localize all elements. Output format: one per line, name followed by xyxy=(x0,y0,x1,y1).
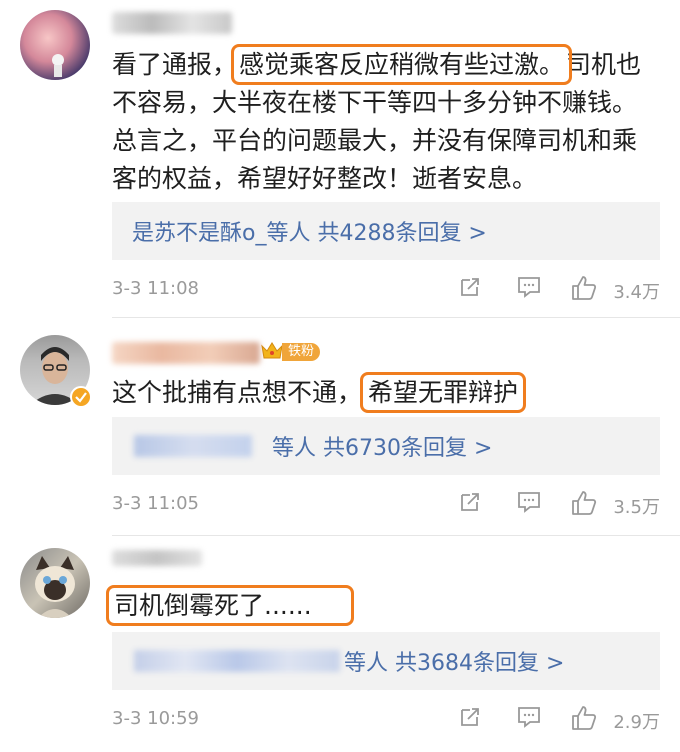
comment-text-part: 这个批捕有点想不通， xyxy=(112,378,363,407)
comment-2: 铁粉 这个批捕有点想不通， 希望无罪辩护 等人 共6730条回复 > 3-3 11… xyxy=(0,318,680,536)
reply-summary[interactable]: 等人 共6730条回复 > xyxy=(112,417,660,475)
comment-text: 司机倒霉死了...... xyxy=(106,585,660,626)
comment-icon[interactable] xyxy=(516,704,542,730)
timestamp: 3-3 10:59 xyxy=(112,708,199,729)
fan-badge: 铁粉 xyxy=(282,343,321,361)
comment-icon[interactable] xyxy=(516,274,542,300)
comment-icon[interactable] xyxy=(516,489,542,515)
action-bar: 3-3 11:05 3.5万 xyxy=(112,487,660,523)
astronaut-icon xyxy=(52,54,64,77)
comment-text: 这个批捕有点想不通， 希望无罪辩护 xyxy=(112,372,660,413)
action-bar: 3-3 11:08 3.4万 xyxy=(112,272,660,308)
username[interactable] xyxy=(112,342,260,364)
comment-text: 看了通报，感觉乘客反应稍微有些过激。司机也不容易，大半夜在楼下干等四十多分钟不赚… xyxy=(112,44,660,198)
username[interactable] xyxy=(112,12,232,34)
highlighted-text: 感觉乘客反应稍微有些过激。 xyxy=(231,44,573,85)
cat-photo-icon xyxy=(35,556,75,618)
like-count: 3.4万 xyxy=(613,282,660,303)
verified-badge-icon xyxy=(70,386,92,408)
thumbs-up-icon[interactable] xyxy=(570,489,598,517)
thumbs-up-icon[interactable] xyxy=(570,704,598,732)
share-icon[interactable] xyxy=(457,489,483,515)
avatar[interactable] xyxy=(20,10,90,80)
action-bar: 3-3 10:59 2.9万 xyxy=(112,702,660,738)
comment-text-part: 看了通报， xyxy=(112,50,238,79)
comment-3: 司机倒霉死了...... 等人 共3684条回复 > 3-3 10:59 2.9… xyxy=(0,536,680,752)
crown-icon xyxy=(261,342,283,359)
thumbs-up-icon[interactable] xyxy=(570,274,598,302)
reply-usernames[interactable] xyxy=(134,650,340,672)
share-icon[interactable] xyxy=(457,274,483,300)
timestamp: 3-3 11:05 xyxy=(112,493,199,514)
like-count: 3.5万 xyxy=(613,497,660,518)
like-count: 2.9万 xyxy=(613,712,660,733)
timestamp: 3-3 11:08 xyxy=(112,278,199,299)
reply-summary[interactable]: 是苏不是酥o_等人 共4288条回复 > xyxy=(112,202,660,260)
avatar[interactable] xyxy=(20,548,90,618)
highlighted-text: 希望无罪辩护 xyxy=(360,372,527,413)
reply-usernames[interactable] xyxy=(134,435,252,457)
share-icon[interactable] xyxy=(457,704,483,730)
reply-summary-text[interactable]: 等人 共3684条回复 > xyxy=(344,645,564,677)
reply-summary[interactable]: 等人 共3684条回复 > xyxy=(112,632,660,690)
username[interactable] xyxy=(112,550,202,566)
highlighted-text: 司机倒霉死了...... xyxy=(106,585,354,626)
reply-summary-text[interactable]: 是苏不是酥o_等人 共4288条回复 > xyxy=(132,215,487,247)
comment-1: 看了通报，感觉乘客反应稍微有些过激。司机也不容易，大半夜在楼下干等四十多分钟不赚… xyxy=(0,0,680,318)
reply-summary-text[interactable]: 等人 共6730条回复 > xyxy=(272,430,492,462)
